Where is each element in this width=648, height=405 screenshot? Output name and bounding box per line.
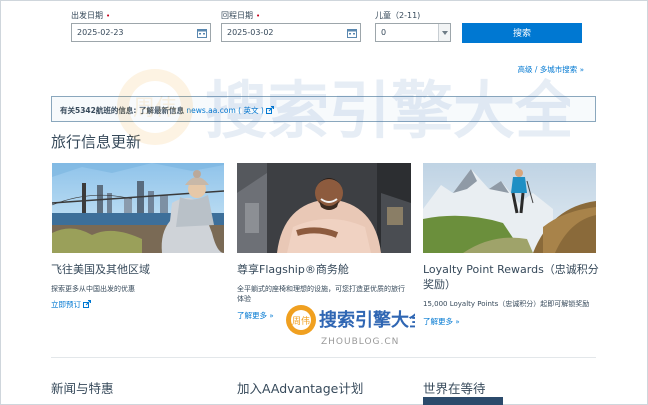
calendar-icon[interactable] [197, 28, 207, 38]
section-heading-aadvantage[interactable]: 加入AAdvantage计划 [237, 378, 363, 397]
card-title[interactable]: Loyalty Point Rewards（忠诚积分奖励） [423, 262, 601, 292]
section-heading-world[interactable]: 世界在等待 [423, 378, 486, 397]
calendar-icon[interactable] [347, 28, 357, 38]
chevron-right-icon: » [455, 318, 460, 326]
chevron-down-icon [438, 24, 450, 41]
card-link[interactable]: 了解更多 » [423, 316, 460, 327]
card-image-new-york[interactable] [52, 163, 224, 253]
section-heading-news[interactable]: 新闻与特惠 [51, 378, 114, 397]
external-link-icon [83, 300, 92, 308]
svg-text:搜索引擎大全: 搜索引擎大全 [205, 74, 570, 147]
card-link[interactable]: 了解更多 » [237, 310, 274, 321]
card-title[interactable]: 尊享Flagship®商务舱 [237, 262, 349, 277]
search-button[interactable]: 搜索 [462, 23, 582, 43]
card-description: 15,000 Loyalty Points（忠诚积分）起即可解锁奖励 [423, 300, 590, 308]
return-date-input[interactable]: 2025-03-02 [221, 23, 361, 42]
svg-text:ZHOUBLOG.CN: ZHOUBLOG.CN [321, 337, 399, 347]
section-image-edge [423, 397, 503, 405]
return-label: 回程日期 • [221, 11, 261, 20]
section-divider [51, 357, 596, 358]
card-title[interactable]: 飞往美国及其他区域 [51, 262, 150, 277]
card-image-flagship[interactable] [237, 163, 411, 253]
card-link[interactable]: 立即预订 [51, 299, 92, 310]
depart-date-input[interactable]: 2025-02-23 [71, 23, 211, 42]
watermark-logo: 周伟 搜索引擎大全 [110, 62, 578, 156]
svg-text:周伟: 周伟 [133, 96, 177, 121]
watermark-badge: 周伟 搜索引擎大全 ZHOUBLOG.CN [285, 300, 428, 352]
children-label: 儿童（2-11) [375, 11, 421, 20]
depart-label: 出发日期 • [71, 11, 111, 20]
card-description: 探索更多从中国出发的优惠 [51, 285, 135, 293]
chevron-right-icon: » [269, 312, 274, 320]
chevron-right-icon: » [579, 66, 584, 74]
svg-text:周伟: 周伟 [292, 315, 310, 327]
children-select[interactable]: 0 [375, 23, 451, 42]
card-image-loyalty[interactable] [423, 163, 596, 253]
svg-text:搜索引擎大全: 搜索引擎大全 [319, 309, 415, 331]
